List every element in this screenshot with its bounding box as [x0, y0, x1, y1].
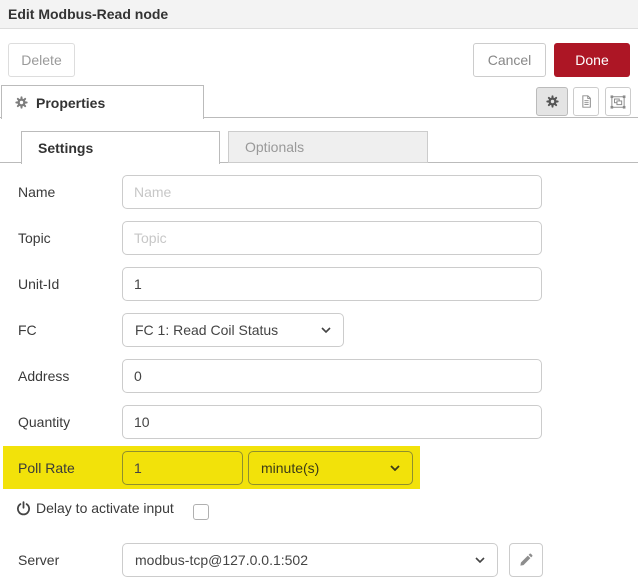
topic-label: Topic: [18, 230, 51, 246]
fc-select[interactable]: FC 1: Read Coil Status: [122, 313, 344, 347]
poll-rate-input[interactable]: [122, 451, 243, 485]
address-input[interactable]: [122, 359, 542, 393]
chevron-down-icon: [321, 327, 331, 333]
document-icon: [580, 94, 593, 109]
properties-pane-button[interactable]: [536, 87, 568, 116]
quantity-label: Quantity: [18, 414, 71, 430]
name-input[interactable]: [122, 175, 542, 209]
server-select-value: modbus-tcp@127.0.0.1:502: [135, 552, 308, 568]
tab-settings-label: Settings: [38, 140, 94, 156]
tab-properties-label: Properties: [36, 94, 106, 111]
object-group-icon: [610, 94, 626, 109]
delete-button[interactable]: Delete: [8, 43, 75, 77]
appearance-pane-button[interactable]: [605, 87, 631, 116]
unit-id-label: Unit-Id: [18, 276, 60, 292]
chevron-down-icon: [475, 557, 485, 563]
tab-properties[interactable]: Properties: [1, 85, 204, 119]
edit-server-button[interactable]: [509, 543, 543, 577]
delay-activate-checkbox[interactable]: [193, 504, 209, 520]
chevron-down-icon: [390, 465, 400, 471]
dialog-title: Edit Modbus-Read node: [8, 6, 169, 22]
tab-optionals[interactable]: Optionals: [228, 131, 428, 163]
poll-rate-unit-select[interactable]: minute(s): [248, 451, 413, 485]
delay-activate-label: Delay to activate input: [36, 500, 174, 516]
unit-id-input[interactable]: [122, 267, 542, 301]
cancel-button[interactable]: Cancel: [473, 43, 546, 77]
fc-label: FC: [18, 322, 37, 338]
name-label: Name: [18, 184, 56, 200]
description-pane-button[interactable]: [573, 87, 599, 116]
server-select[interactable]: modbus-tcp@127.0.0.1:502: [122, 543, 498, 577]
done-button[interactable]: Done: [554, 43, 630, 77]
address-label: Address: [18, 368, 70, 384]
pencil-icon: [519, 553, 533, 567]
fc-select-value: FC 1: Read Coil Status: [135, 322, 279, 338]
edit-node-dialog: Edit Modbus-Read node Delete Cancel Done…: [0, 0, 638, 579]
poll-rate-unit-value: minute(s): [261, 460, 320, 476]
poll-rate-label: Poll Rate: [18, 460, 75, 476]
power-icon: [16, 501, 31, 516]
quantity-input[interactable]: [122, 405, 542, 439]
dialog-header: Edit Modbus-Read node: [0, 0, 638, 29]
gear-icon: [15, 96, 28, 109]
tab-optionals-label: Optionals: [245, 139, 305, 155]
server-label: Server: [18, 552, 60, 568]
tab-settings[interactable]: Settings: [21, 131, 220, 164]
gear-icon: [545, 95, 559, 108]
topic-input[interactable]: [122, 221, 542, 255]
